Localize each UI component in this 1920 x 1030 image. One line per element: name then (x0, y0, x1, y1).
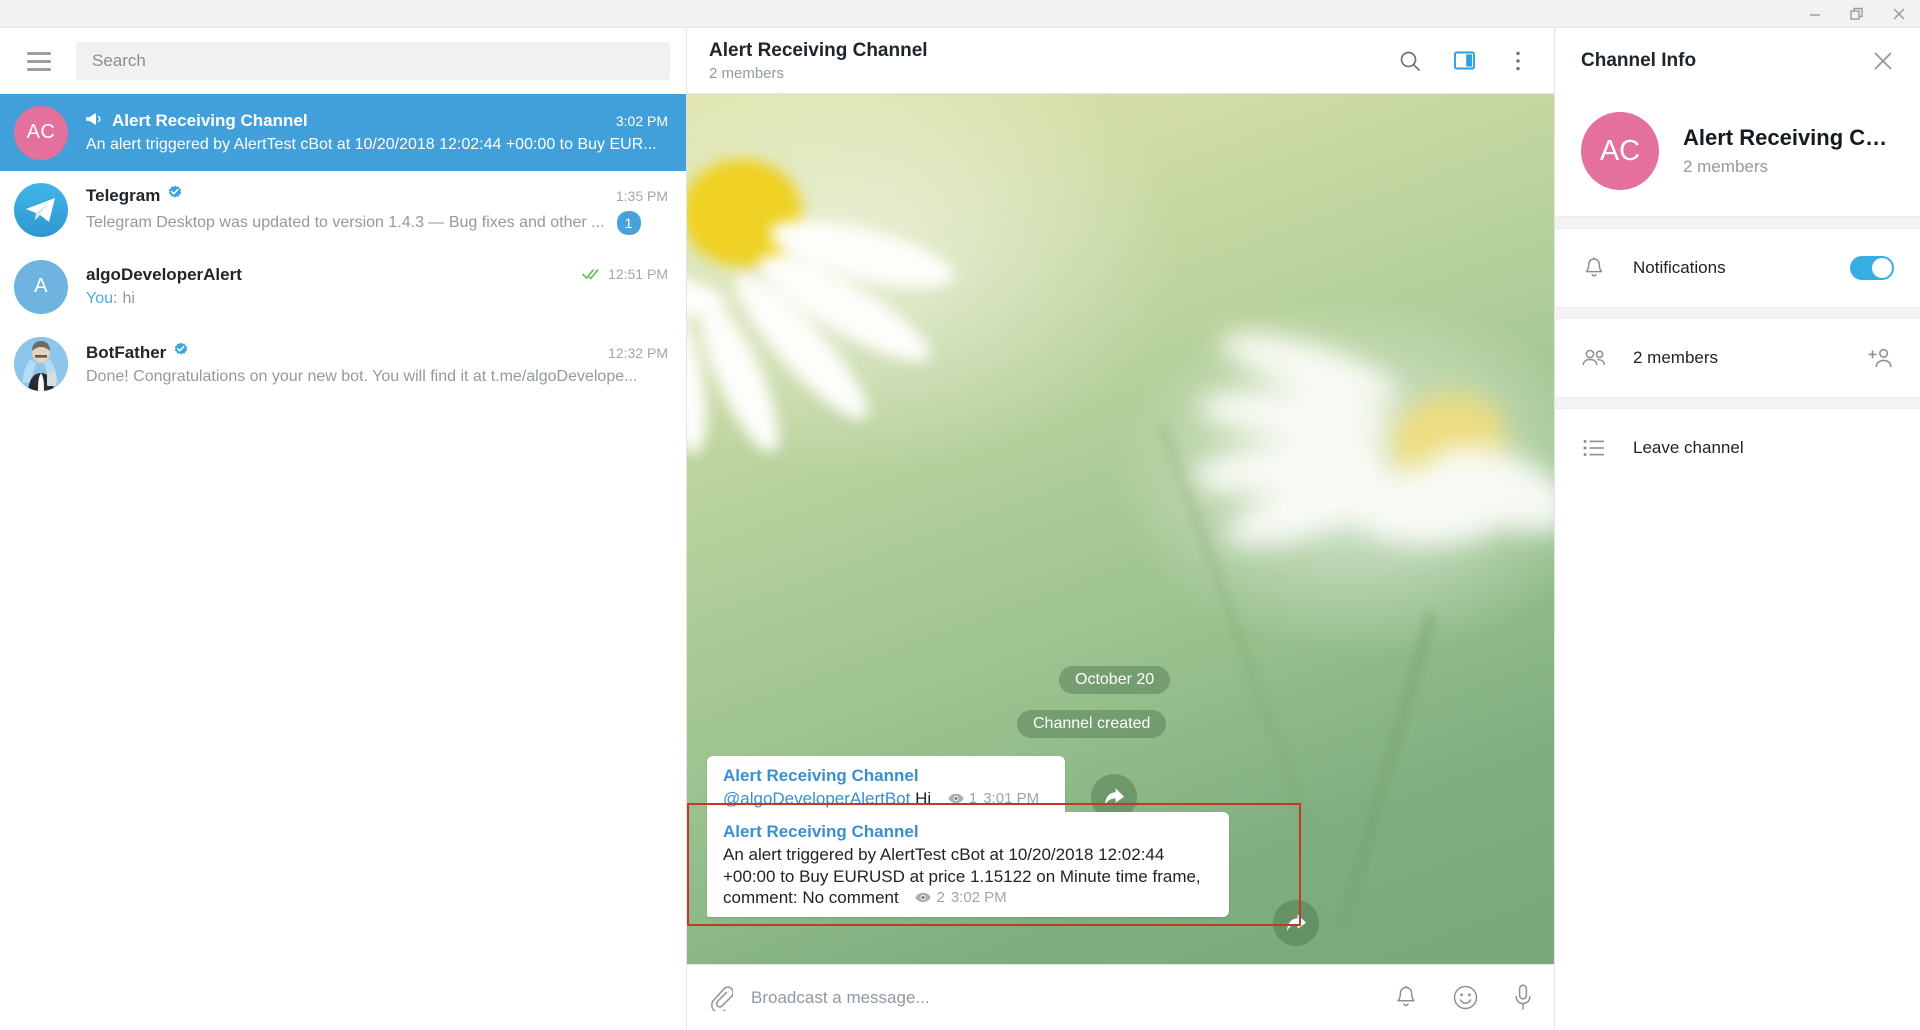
notifications-toggle[interactable] (1850, 256, 1894, 280)
message-input[interactable]: Broadcast a message... (751, 988, 1377, 1008)
megaphone-icon (86, 112, 103, 126)
paperclip-icon[interactable] (709, 985, 733, 1011)
info-row-members[interactable]: 2 members (1555, 319, 1920, 397)
avatar: AC (14, 105, 68, 160)
message-mention[interactable]: @algoDeveloperAlertBot (723, 789, 910, 808)
members-icon (1581, 348, 1607, 368)
search-input[interactable]: Search (76, 42, 670, 80)
sidebar: Search AC Alert Receiving Channel 3:02 P… (0, 28, 687, 1030)
verified-badge-icon (167, 185, 183, 201)
conversation-column: Alert Receiving Channel 2 members Octobe… (687, 28, 1554, 1030)
section-divider (1555, 217, 1920, 229)
minimize-button[interactable] (1794, 0, 1836, 27)
sidebar-search-row: Search (0, 28, 686, 94)
close-icon[interactable] (1872, 50, 1894, 72)
chat-preview-sender: You: (86, 290, 118, 307)
chat-name: Telegram (86, 185, 161, 205)
channel-name: Alert Receiving Ch... (1683, 125, 1894, 150)
chat-timestamp: 12:51 PM (572, 266, 668, 282)
message-meta: 1 3:01 PM (948, 789, 1039, 808)
chat-preview: Telegram Desktop was updated to version … (86, 210, 668, 235)
unread-badge: 1 (616, 210, 641, 235)
eye-icon (915, 892, 932, 903)
avatar (14, 182, 68, 237)
message-author: Alert Receiving Channel (723, 766, 919, 785)
channel-profile: AC Alert Receiving Ch... 2 members (1555, 94, 1920, 217)
message-time: 3:02 PM (950, 889, 1007, 907)
conversation-background: October 20 Channel created Alert Receivi… (687, 94, 1554, 964)
message-bubble[interactable]: Alert Receiving Channel @algoDeveloperAl… (707, 756, 1065, 818)
section-divider (1555, 397, 1920, 409)
message-list: October 20 Channel created Alert Receivi… (687, 94, 1554, 964)
chat-timestamp: 12:32 PM (608, 344, 668, 361)
avatar: A (14, 259, 68, 314)
info-row-label: Notifications (1633, 258, 1726, 277)
chat-list-item-telegram[interactable]: Telegram 1:35 PM Telegram Desktop was up… (0, 171, 686, 248)
more-options-icon[interactable] (1504, 47, 1532, 75)
channel-info-title: Channel Info (1581, 50, 1697, 71)
channel-member-count: 2 members (1683, 157, 1769, 176)
list-icon (1581, 439, 1607, 457)
chat-preview: You: hi (86, 290, 135, 307)
message-meta: 2 3:02 PM (915, 888, 1007, 907)
eye-icon (948, 793, 964, 804)
message-text: An alert triggered by AlertTest cBot at … (723, 845, 1201, 908)
message-time: 3:01 PM (983, 789, 1040, 807)
avatar (14, 336, 68, 391)
chat-preview: An alert triggered by AlertTest cBot at … (86, 136, 657, 153)
bell-icon (1581, 256, 1607, 280)
view-count: 1 (948, 789, 977, 808)
conversation-header: Alert Receiving Channel 2 members (687, 28, 1554, 94)
channel-info-panel: Channel Info AC Alert Receiving Ch... 2 … (1554, 28, 1920, 1030)
page-title: Alert Receiving Channel (709, 39, 928, 61)
telegram-plane-icon (26, 197, 55, 222)
search-icon[interactable] (1396, 47, 1424, 75)
message-composer: Broadcast a message... (687, 964, 1554, 1030)
info-row-leave-channel[interactable]: Leave channel (1555, 409, 1920, 487)
forward-icon[interactable] (1273, 900, 1319, 946)
read-ticks-icon (582, 268, 602, 280)
channel-info-header: Channel Info (1555, 28, 1920, 94)
emoji-smiley-icon[interactable] (1453, 985, 1478, 1010)
add-member-icon[interactable] (1867, 347, 1894, 369)
section-divider (1555, 307, 1920, 319)
chat-list-item-alert-receiving-channel[interactable]: AC Alert Receiving Channel 3:02 PM An al… (0, 94, 686, 171)
chat-name: BotFather (86, 342, 167, 362)
search-placeholder: Search (92, 51, 146, 70)
member-count: 2 members (709, 64, 785, 82)
maximize-button[interactable] (1836, 0, 1878, 27)
chat-name: algoDeveloperAlert (86, 265, 242, 284)
message-input-placeholder: Broadcast a message... (751, 987, 930, 1007)
message-text: @algoDeveloperAlertBot Hi 1 3:01 PM (723, 789, 1040, 808)
close-button[interactable] (1878, 0, 1920, 27)
info-panel-icon[interactable] (1450, 47, 1478, 75)
view-count: 2 (915, 888, 945, 907)
info-row-label: Leave channel (1633, 438, 1744, 457)
botfather-avatar-image (14, 336, 68, 391)
microphone-icon[interactable] (1514, 984, 1532, 1011)
message-bubble[interactable]: Alert Receiving Channel An alert trigger… (707, 812, 1229, 917)
hamburger-menu-icon[interactable] (16, 38, 62, 84)
avatar: AC (1581, 112, 1659, 190)
verified-badge-icon (173, 342, 189, 358)
date-divider: October 20 (1059, 666, 1171, 694)
telegram-desktop-window: Search AC Alert Receiving Channel 3:02 P… (0, 0, 1920, 1030)
chat-list-item-algodeveloperalert[interactable]: A algoDeveloperAlert 12:51 PM You: hi (0, 248, 686, 325)
info-row-notifications[interactable]: Notifications (1555, 229, 1920, 307)
chat-list-item-botfather[interactable]: BotFather 12:32 PM Done! Congratulations… (0, 325, 686, 402)
chat-timestamp: 1:35 PM (615, 187, 668, 204)
chat-name: Alert Receiving Channel (112, 111, 308, 130)
message-author: Alert Receiving Channel (723, 822, 919, 841)
info-row-label: 2 members (1633, 348, 1719, 367)
service-message-channel-created: Channel created (1017, 710, 1167, 738)
window-title-bar (0, 0, 1920, 28)
chat-timestamp: 3:02 PM (615, 113, 668, 129)
notification-bell-icon[interactable] (1395, 985, 1417, 1010)
chat-preview: Done! Congratulations on your new bot. Y… (86, 367, 638, 385)
chat-list[interactable]: AC Alert Receiving Channel 3:02 PM An al… (0, 94, 686, 1030)
